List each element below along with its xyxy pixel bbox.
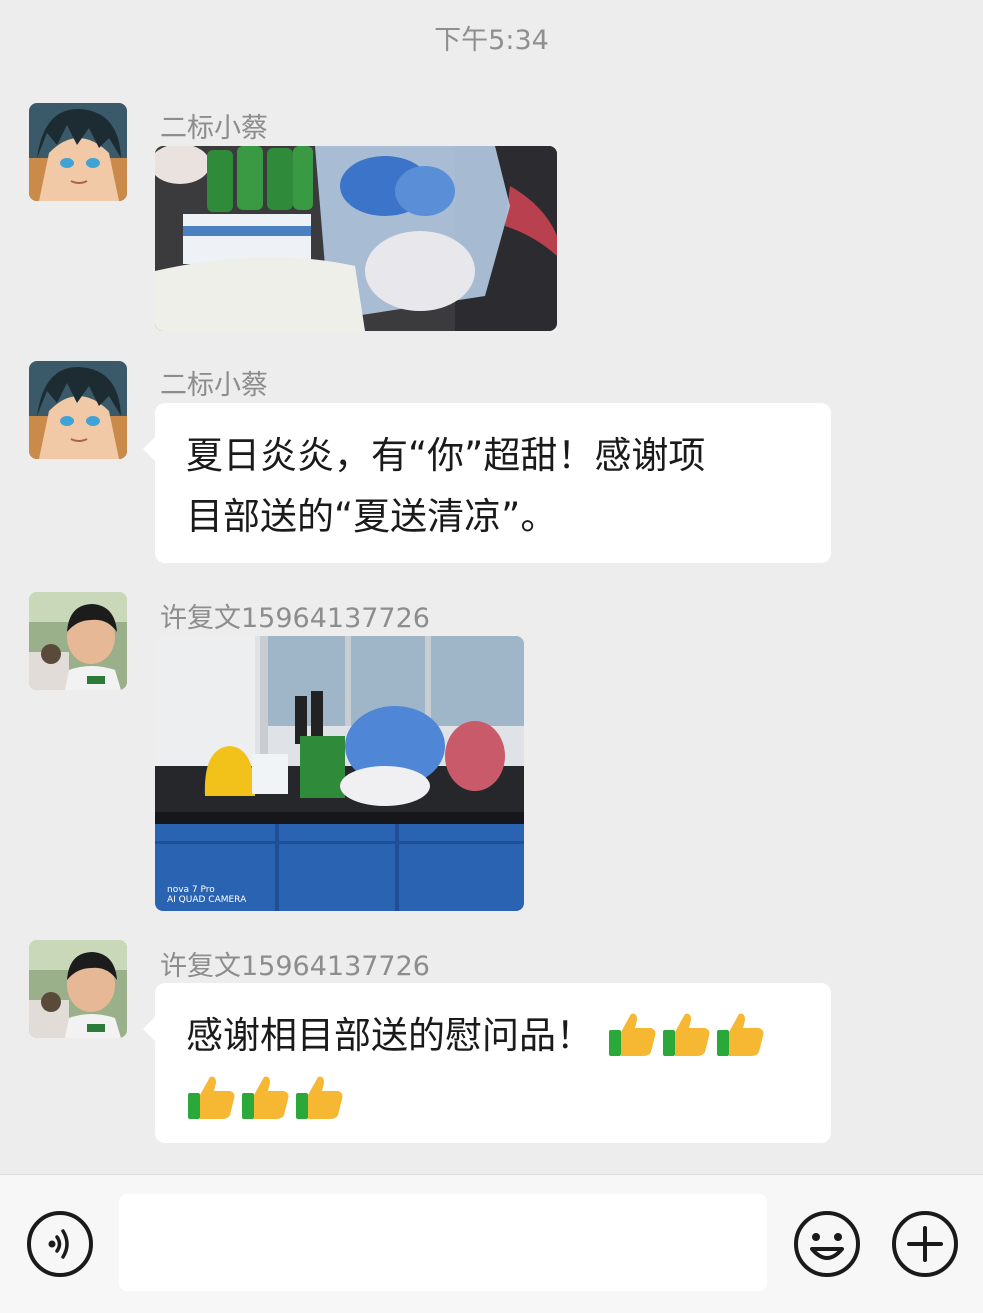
avatar[interactable] xyxy=(29,103,127,201)
message-input[interactable] xyxy=(119,1194,767,1291)
boy-photo-avatar-image xyxy=(29,592,127,690)
anime-avatar-image xyxy=(29,361,127,459)
sender-name: 许复文15964137726 xyxy=(160,951,430,982)
plus-icon xyxy=(892,1211,958,1277)
message-text-line: 目部送的“夏送清凉”。 xyxy=(186,495,558,538)
photo-office-desk-supplies xyxy=(155,636,524,911)
boy-photo-avatar-image xyxy=(29,940,127,1038)
thumbs-up-icon xyxy=(186,1070,238,1131)
thumbs-up-icon xyxy=(607,1007,659,1068)
avatar[interactable] xyxy=(29,940,127,1038)
message-text-line: 感谢相目部送的慰问品！ xyxy=(186,1005,803,1068)
camera-watermark: nova 7 Pro AI QUAD CAMERA xyxy=(167,885,247,905)
emoji-button[interactable] xyxy=(792,1209,862,1279)
sender-name: 二标小蔡 xyxy=(160,113,268,144)
sender-name: 二标小蔡 xyxy=(160,370,268,401)
voice-icon xyxy=(27,1211,93,1277)
photo-drinks-and-supplies xyxy=(155,146,557,331)
message-text-line xyxy=(186,1068,803,1131)
image-message[interactable]: nova 7 Pro AI QUAD CAMERA xyxy=(155,636,524,911)
text-message-bubble[interactable]: 夏日炎炎，有“你”超甜！感谢项 目部送的“夏送清凉”。 xyxy=(143,403,831,563)
message-text-line: 夏日炎炎，有“你”超甜！感谢项 xyxy=(186,434,706,477)
plus-button[interactable] xyxy=(890,1209,960,1279)
thumbs-up-icon xyxy=(661,1007,713,1068)
image-message[interactable] xyxy=(155,146,557,331)
sender-name: 许复文15964137726 xyxy=(160,603,430,634)
avatar[interactable] xyxy=(29,361,127,459)
emoji-icon xyxy=(794,1211,860,1277)
thumbs-up-icon xyxy=(294,1070,346,1131)
timestamp: 下午5:34 xyxy=(434,25,549,56)
anime-avatar-image xyxy=(29,103,127,201)
text-message-bubble[interactable]: 感谢相目部送的慰问品！ xyxy=(143,983,831,1143)
avatar[interactable] xyxy=(29,592,127,690)
thumbs-up-icon xyxy=(715,1007,767,1068)
thumbs-up-icon xyxy=(240,1070,292,1131)
voice-button[interactable] xyxy=(25,1209,95,1279)
